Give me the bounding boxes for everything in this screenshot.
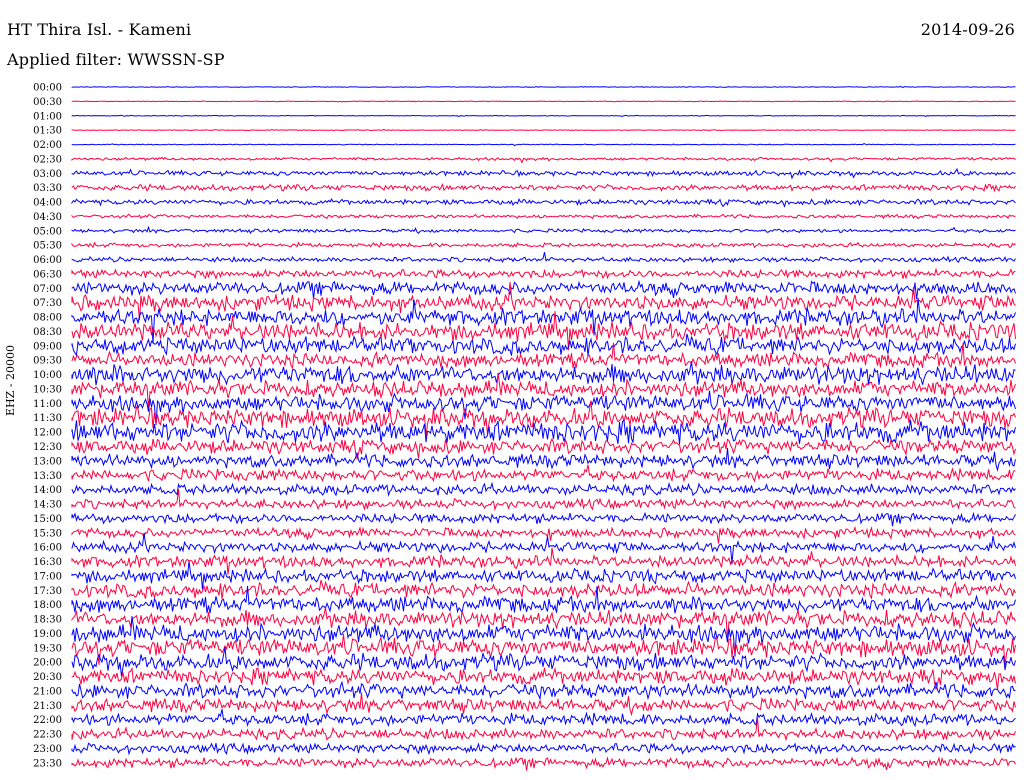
time-tick-label: 22:00 (33, 715, 62, 726)
seismic-trace (71, 279, 1016, 300)
seismic-trace (71, 361, 1016, 386)
time-tick-label: 04:30 (33, 212, 62, 223)
time-tick-label: 16:30 (33, 557, 62, 568)
seismic-trace (71, 547, 1016, 575)
time-tick-label: 06:00 (33, 255, 62, 266)
time-tick-label: 23:00 (33, 744, 62, 755)
seismic-trace (71, 372, 1016, 409)
time-tick-label: 17:30 (33, 586, 62, 597)
time-tick-label: 01:30 (33, 126, 62, 137)
seismic-trace (71, 532, 1016, 565)
time-tick-label: 19:00 (33, 629, 62, 640)
seismic-trace (71, 756, 1016, 771)
time-tick-label: 11:30 (33, 413, 62, 424)
seismic-trace (71, 419, 1016, 445)
time-tick-label: 07:30 (33, 298, 62, 309)
time-tick-label: 05:00 (33, 226, 62, 237)
time-tick-label: 20:30 (33, 672, 62, 683)
seismic-trace (71, 114, 1016, 118)
seismic-trace (71, 436, 1016, 461)
seismic-trace (71, 156, 1016, 164)
time-tick-label: 07:00 (33, 284, 62, 295)
seismic-trace (71, 525, 1016, 544)
time-tick-label: 03:30 (33, 183, 62, 194)
seismic-trace (71, 333, 1016, 357)
time-tick-label: 14:00 (33, 485, 62, 496)
time-tick-label: 14:30 (33, 500, 62, 511)
time-tick-label: 10:30 (33, 384, 62, 395)
seismic-trace (71, 709, 1016, 728)
time-tick-label: 18:00 (33, 600, 62, 611)
seismic-trace (71, 128, 1016, 132)
seismic-trace (71, 448, 1016, 472)
time-tick-label: 08:00 (33, 313, 62, 324)
helicorder-plot: 00:00 00:30 01:00 01:30 02:00 02:30 03:00 03:30… (33, 83, 1016, 771)
seismic-trace (71, 666, 1016, 690)
time-tick-label: 13:00 (33, 456, 62, 467)
seismic-trace (71, 213, 1016, 220)
time-tick-label: 12:00 (33, 428, 62, 439)
time-tick-label: 11:00 (33, 399, 62, 410)
seismic-trace (71, 143, 1016, 147)
time-tick-label: 12:30 (33, 442, 62, 453)
seismic-trace (71, 225, 1016, 235)
time-tick-label: 06:30 (33, 269, 62, 280)
seismic-trace (71, 167, 1016, 180)
time-tick-label: 00:30 (33, 97, 62, 108)
seismic-trace (71, 100, 1016, 103)
time-tick-label: 02:00 (33, 140, 62, 151)
seismic-trace (71, 252, 1016, 264)
time-tick-label: 08:30 (33, 327, 62, 338)
seismic-trace (71, 481, 1016, 497)
time-tick-label: 05:30 (33, 241, 62, 252)
time-tick-label: 19:30 (33, 643, 62, 654)
time-tick-label: 17:00 (33, 571, 62, 582)
seismic-trace (71, 692, 1016, 717)
time-tick-label: 03:00 (33, 169, 62, 180)
time-tick-label: 10:00 (33, 370, 62, 381)
time-tick-label: 15:00 (33, 514, 62, 525)
time-tick-label: 09:30 (33, 356, 62, 367)
seismic-trace (71, 85, 1016, 88)
time-tick-label: 01:00 (33, 111, 62, 122)
time-tick-label: 13:30 (33, 471, 62, 482)
time-tick-label: 21:00 (33, 686, 62, 697)
time-tick-label: 22:30 (33, 730, 62, 741)
seismic-trace (71, 607, 1016, 639)
seismic-trace (71, 579, 1016, 600)
time-tick-label: 15:30 (33, 528, 62, 539)
seismic-trace (71, 241, 1016, 249)
time-tick-label: 20:00 (33, 658, 62, 669)
time-tick-label: 21:30 (33, 701, 62, 712)
seismic-trace (71, 742, 1016, 756)
time-tick-label: 04:00 (33, 198, 62, 209)
seismic-trace (71, 297, 1016, 344)
time-tick-label: 02:30 (33, 154, 62, 165)
seismic-trace (71, 511, 1016, 527)
time-tick-label: 16:00 (33, 543, 62, 554)
time-tick-label: 09:00 (33, 341, 62, 352)
seismic-trace (71, 464, 1016, 483)
seismic-trace (71, 680, 1016, 701)
time-tick-label: 00:00 (33, 83, 62, 94)
seismic-trace (71, 267, 1016, 281)
time-tick-label: 18:30 (33, 615, 62, 626)
seismic-trace (71, 197, 1016, 208)
seismic-trace (71, 311, 1016, 351)
time-tick-label: 23:30 (33, 758, 62, 769)
seismic-trace (71, 182, 1016, 193)
